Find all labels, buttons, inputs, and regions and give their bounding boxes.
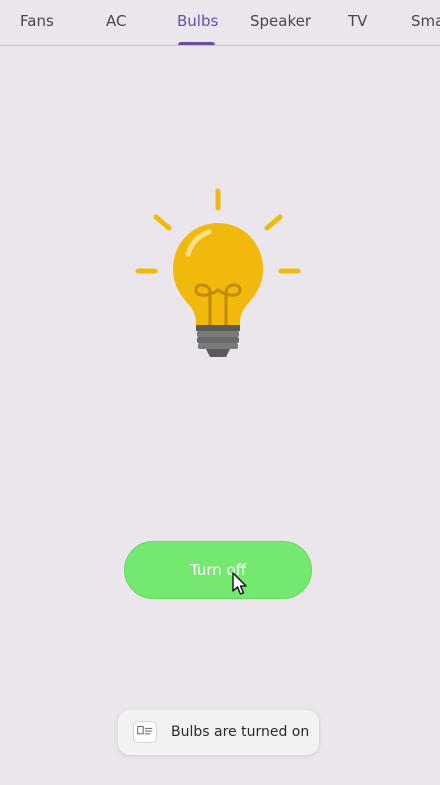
toast-notification: Bulbs are turned on [118, 710, 319, 755]
app-icon [133, 721, 157, 743]
tab-fans[interactable]: Fans [20, 12, 54, 30]
active-tab-indicator [178, 42, 215, 45]
tab-tv[interactable]: TV [348, 12, 367, 30]
tab-bar: Fans AC Bulbs Speaker TV Sma [0, 0, 440, 46]
tab-smart[interactable]: Sma [411, 12, 440, 30]
toast-message: Bulbs are turned on [171, 724, 310, 740]
lightbulb-icon [135, 188, 301, 357]
tab-speaker[interactable]: Speaker [250, 12, 311, 30]
tab-bulbs[interactable]: Bulbs [177, 12, 218, 30]
mouse-pointer-icon [232, 572, 247, 595]
turn-off-button[interactable]: Turn off [124, 541, 312, 599]
tab-ac[interactable]: AC [106, 12, 126, 30]
